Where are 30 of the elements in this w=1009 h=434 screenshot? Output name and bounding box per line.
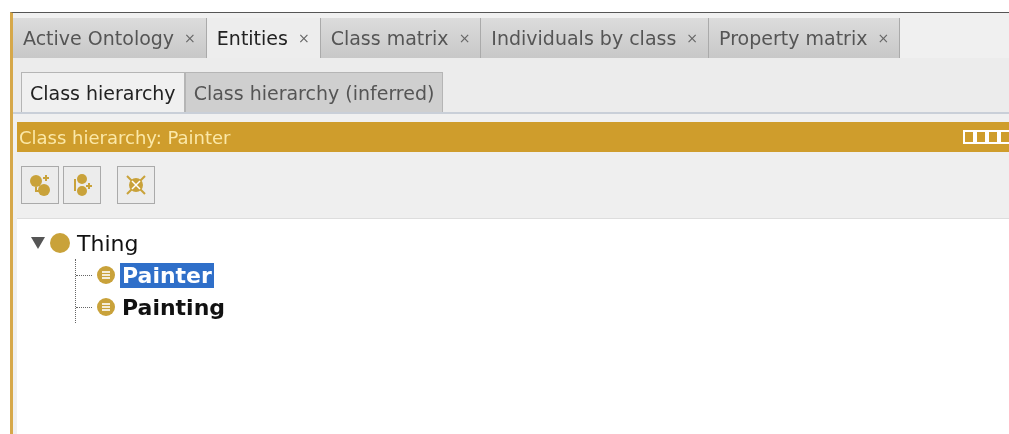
close-icon[interactable]: × xyxy=(184,30,196,46)
tab-label: Active Ontology xyxy=(23,27,175,49)
add-sibling-button[interactable] xyxy=(63,166,101,204)
close-icon[interactable]: × xyxy=(877,30,890,46)
tab-label: Class matrix xyxy=(330,27,449,49)
class-label[interactable]: Painter xyxy=(120,262,214,288)
class-label[interactable]: Thing xyxy=(75,230,141,256)
close-icon[interactable]: × xyxy=(297,30,310,46)
tab-label: Entities xyxy=(216,27,288,49)
tab-label: Property matrix xyxy=(719,27,868,49)
close-icon[interactable]: × xyxy=(686,30,699,46)
class-icon xyxy=(96,265,116,285)
workspace-tab[interactable]: Property matrix × xyxy=(709,18,901,58)
close-icon[interactable]: × xyxy=(458,30,471,46)
class-label[interactable]: Painting xyxy=(120,294,228,320)
delete-class-button[interactable] xyxy=(117,166,155,204)
view-title: Class hierarchy: Painter xyxy=(19,126,231,148)
view-controls-icon[interactable] xyxy=(963,129,1009,145)
expanded-triangle-icon[interactable] xyxy=(31,237,45,249)
add-subclass-icon xyxy=(28,173,52,197)
class-icon xyxy=(49,232,71,254)
class-icon xyxy=(96,297,116,317)
workspace-tab[interactable]: Active Ontology × xyxy=(13,18,207,58)
tab-label: Individuals by class xyxy=(491,27,677,49)
view-tab[interactable]: Class hierarchy xyxy=(21,72,185,112)
add-subclass-button[interactable] xyxy=(21,166,59,204)
view-tab[interactable]: Class hierarchy (inferred) xyxy=(184,72,444,112)
workspace-tab[interactable]: Class matrix × xyxy=(320,18,482,58)
delete-class-icon xyxy=(124,173,148,197)
workspace-tab[interactable]: Individuals by class × xyxy=(481,18,710,58)
